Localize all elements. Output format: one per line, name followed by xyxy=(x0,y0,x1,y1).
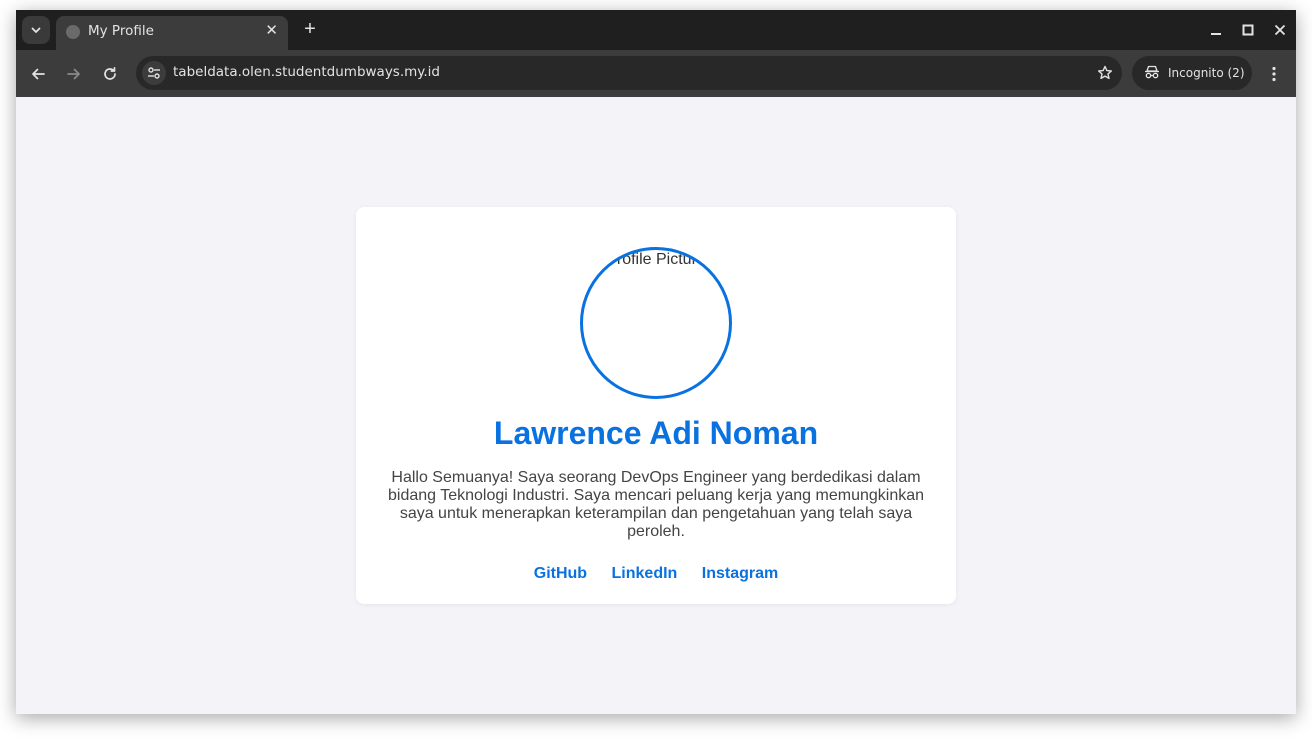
browser-menu-button[interactable] xyxy=(1262,62,1286,86)
incognito-label: Incognito (2) xyxy=(1168,66,1245,80)
maximize-button[interactable] xyxy=(1232,10,1264,50)
linkedin-link[interactable]: LinkedIn xyxy=(612,565,678,582)
minimize-icon xyxy=(1211,33,1221,35)
close-icon xyxy=(1274,24,1286,36)
reload-icon xyxy=(104,66,116,80)
maximize-icon xyxy=(1242,24,1254,36)
window-controls xyxy=(1200,10,1296,50)
star-icon xyxy=(1098,65,1112,80)
more-vertical-icon xyxy=(1272,66,1276,82)
close-window-button[interactable] xyxy=(1264,10,1296,50)
back-button[interactable] xyxy=(26,62,50,86)
github-link[interactable]: GitHub xyxy=(534,565,587,582)
reload-button[interactable] xyxy=(98,62,122,86)
social-links: GitHub LinkedIn Instagram xyxy=(356,565,956,583)
bookmark-button[interactable] xyxy=(1094,62,1116,84)
url-text[interactable]: tabeldata.olen.studentdumbways.my.id xyxy=(173,64,440,80)
tab-strip: My Profile ✕ + xyxy=(16,10,1296,50)
profile-picture: Profile Picture xyxy=(580,247,732,399)
site-info-button[interactable] xyxy=(142,61,166,85)
tab-title: My Profile xyxy=(88,23,154,39)
arrow-left-icon xyxy=(32,68,45,80)
incognito-icon xyxy=(1145,65,1159,79)
globe-icon xyxy=(66,25,80,39)
forward-button[interactable] xyxy=(62,62,86,86)
new-tab-button[interactable]: + xyxy=(298,18,322,42)
browser-toolbar: tabeldata.olen.studentdumbways.my.id Inc… xyxy=(16,50,1296,97)
instagram-link[interactable]: Instagram xyxy=(702,565,778,582)
close-icon[interactable]: ✕ xyxy=(265,23,278,39)
profile-bio: Hallo Semuanya! Saya seorang DevOps Engi… xyxy=(387,469,925,540)
page-viewport: Profile Picture Lawrence Adi Noman Hallo… xyxy=(16,97,1296,714)
chevron-down-icon xyxy=(31,27,41,33)
incognito-indicator[interactable]: Incognito (2) xyxy=(1132,56,1252,90)
profile-picture-alt-text: Profile Picture xyxy=(606,251,706,268)
profile-card: Profile Picture Lawrence Adi Noman Hallo… xyxy=(356,207,956,604)
tune-icon xyxy=(148,67,160,79)
browser-window: My Profile ✕ + tabeldata.olen.studentdum… xyxy=(16,10,1296,714)
tab-search-button[interactable] xyxy=(22,16,50,44)
address-bar[interactable]: tabeldata.olen.studentdumbways.my.id xyxy=(136,56,1122,90)
minimize-button[interactable] xyxy=(1200,10,1232,50)
profile-name: Lawrence Adi Noman xyxy=(493,415,819,451)
arrow-right-icon xyxy=(67,68,80,80)
tab-my-profile[interactable]: My Profile ✕ xyxy=(56,16,288,50)
